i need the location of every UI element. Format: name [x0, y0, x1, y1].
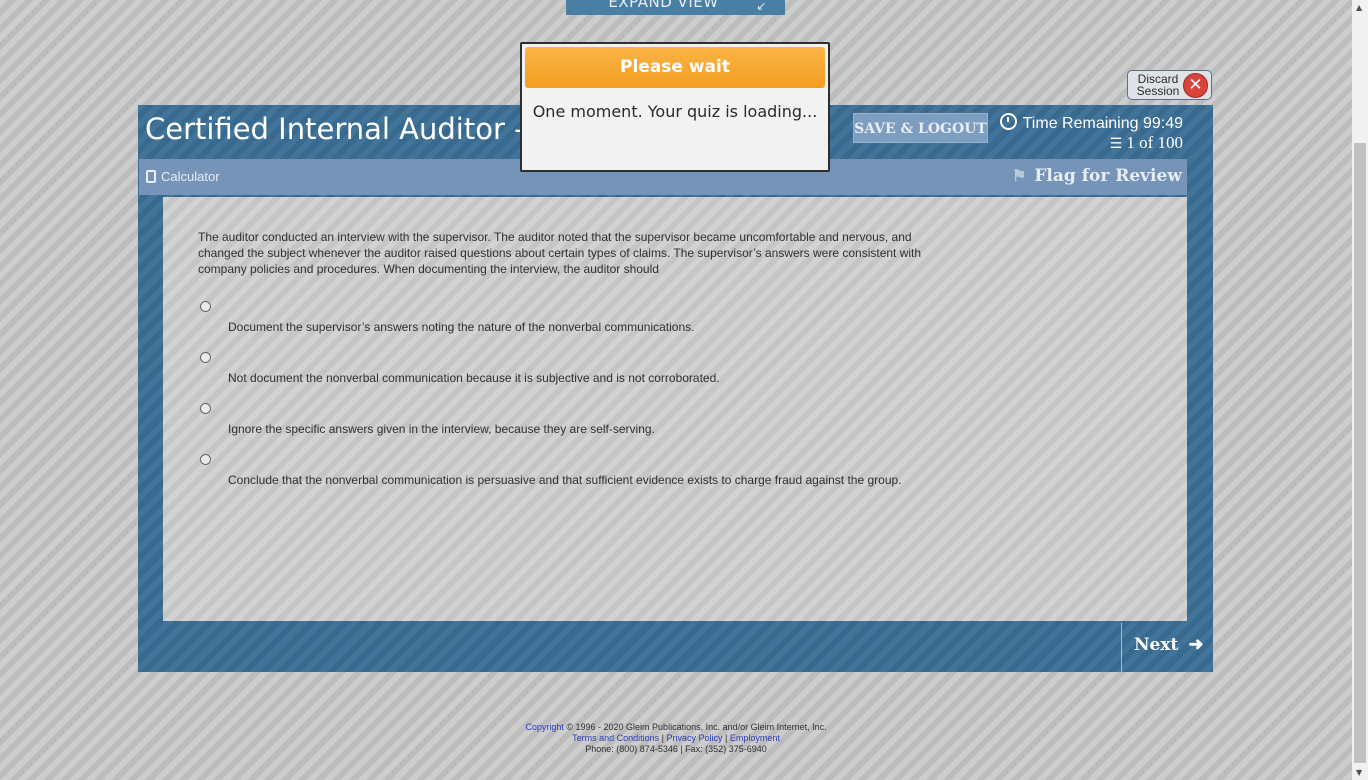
answer-text[interactable]: Conclude that the nonverbal communicatio… [228, 472, 948, 488]
scroll-up-icon[interactable]: ▲ [1356, 3, 1362, 12]
calculator-button[interactable]: Calculator [146, 169, 220, 184]
modal-title: Please wait [525, 47, 825, 88]
next-button[interactable]: Next ➜ [1134, 634, 1203, 655]
answer-text[interactable]: Document the supervisor’s answers noting… [228, 319, 948, 335]
scroll-down-icon[interactable]: ▼ [1356, 768, 1362, 777]
expand-arrows-icon: ↙ [756, 0, 767, 13]
modal-message: One moment. Your quiz is loading... [532, 102, 818, 121]
footer: Copyright © 1996 - 2020 Gleim Publicatio… [0, 722, 1352, 755]
answer-radio[interactable] [200, 403, 211, 414]
footer-separator: | [659, 733, 667, 743]
time-remaining: Time Remaining 99:49 [998, 113, 1183, 134]
copyright-text: © 1996 - 2020 Gleim Publications, Inc. a… [563, 722, 827, 732]
expand-view-button[interactable]: EXPAND VIEW ↙ [566, 0, 785, 15]
question-progress: ☰ 1 of 100 [998, 133, 1183, 153]
copyright-link[interactable]: Copyright [525, 722, 564, 732]
answer-text[interactable]: Not document the nonverbal communication… [228, 370, 948, 386]
flag-label: Flag for Review [1034, 166, 1182, 186]
answer-radio[interactable] [200, 352, 211, 363]
progress-text: 1 of 100 [1126, 133, 1183, 152]
footer-separator: | [722, 733, 730, 743]
divider [1121, 623, 1122, 672]
footer-contact: Phone: (800) 874-5346 | Fax: (352) 375-6… [585, 744, 767, 754]
flag-icon: ⚑ [1012, 166, 1027, 185]
close-icon: ✕ [1183, 73, 1208, 98]
answer-text[interactable]: Ignore the specific answers given in the… [228, 421, 948, 437]
privacy-link[interactable]: Privacy Policy [667, 733, 723, 743]
arrow-right-icon: ➜ [1188, 634, 1204, 655]
question-stem: The auditor conducted an interview with … [198, 230, 922, 276]
discard-session-label: Discard Session [1134, 73, 1182, 97]
discard-label-line2: Session [1136, 84, 1180, 98]
save-logout-button[interactable]: SAVE & LOGOUT [853, 113, 988, 143]
vertical-scrollbar[interactable]: ▲ ▼ [1352, 0, 1368, 780]
next-label: Next [1134, 635, 1179, 655]
loading-modal: Please wait One moment. Your quiz is loa… [520, 42, 830, 172]
clock-icon [999, 113, 1017, 130]
discard-session-button[interactable]: Discard Session ✕ [1127, 70, 1212, 100]
employment-link[interactable]: Employment [730, 733, 780, 743]
footer-copyright-line: Copyright © 1996 - 2020 Gleim Publicatio… [0, 722, 1352, 733]
navigation-bar [139, 623, 1213, 672]
time-remaining-text: Time Remaining 99:49 [1022, 115, 1183, 132]
calculator-label: Calculator [161, 169, 220, 184]
expand-view-label: EXPAND VIEW [608, 0, 719, 11]
exam-title: Certified Internal Auditor - Pa [145, 112, 568, 146]
answer-radio[interactable] [200, 301, 211, 312]
calculator-icon [146, 170, 156, 183]
stack-icon: ☰ [1109, 137, 1123, 152]
answer-radio[interactable] [200, 454, 211, 465]
footer-links: Terms and Conditions | Privacy Policy | … [0, 733, 1352, 744]
scrollbar-thumb[interactable] [1354, 143, 1366, 763]
flag-for-review-button[interactable]: ⚑ Flag for Review [1012, 166, 1182, 186]
terms-link[interactable]: Terms and Conditions [572, 733, 659, 743]
